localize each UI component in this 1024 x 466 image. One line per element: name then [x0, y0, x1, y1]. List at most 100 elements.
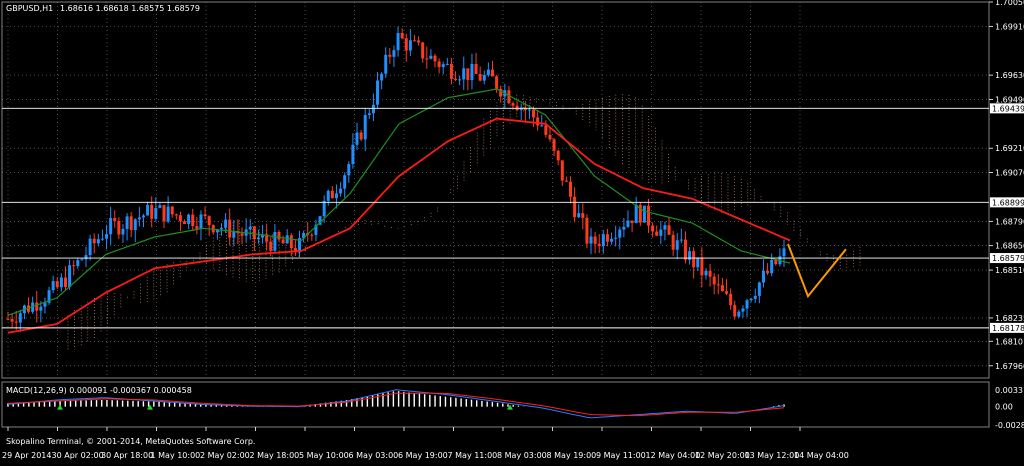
candle-body: [527, 109, 531, 111]
candle-body: [183, 221, 187, 225]
candle-body: [577, 213, 581, 218]
chart-window[interactable]: 1.69439 1.68899 1.68579 1.68178 1.70050 1.69…: [0, 0, 1024, 462]
candle-body: [10, 319, 14, 322]
price-tick-label: 1.68650: [995, 242, 1024, 251]
candle-body: [556, 150, 560, 161]
candle-body: [125, 216, 129, 229]
candle-body: [601, 234, 605, 246]
candle-body: [113, 218, 117, 222]
price-tick-label: 1.70050: [995, 0, 1024, 7]
candle-body: [166, 206, 170, 222]
candle-body: [412, 40, 416, 42]
candle-body: [252, 226, 256, 240]
price-axis: 1.70050 1.69910 1.69630 1.69490 1.69210 1.690…: [989, 0, 1024, 371]
candle-body: [536, 117, 540, 126]
candle-body: [495, 76, 499, 89]
macd-title: MACD(12,26,9) 0.000091 -0.000367 0.00045…: [6, 386, 192, 395]
candle-body: [224, 219, 228, 228]
candle-body: [692, 251, 696, 268]
time-tick-label: 30 Apr 02:00: [52, 451, 104, 460]
candle-body: [203, 214, 207, 217]
candle-body: [770, 259, 774, 274]
candle-body: [220, 227, 224, 230]
candle-body: [421, 42, 425, 59]
candle-body: [14, 321, 18, 323]
candle-body: [63, 277, 67, 288]
main-panel-frame: [1, 1, 990, 379]
candle-body: [429, 55, 433, 59]
candle-body: [137, 217, 141, 220]
candle-body: [733, 305, 737, 317]
candle-body: [433, 55, 437, 62]
candle-body: [560, 160, 564, 181]
candle-body: [515, 105, 519, 111]
level-price-label: 1.69439: [992, 104, 1024, 113]
candle-body: [782, 248, 786, 257]
candle-body: [741, 308, 745, 312]
candle-body: [663, 225, 667, 230]
candle-body: [43, 302, 47, 307]
buy-arrow-icon: [57, 404, 63, 410]
candle-body: [441, 64, 445, 68]
candle-body: [154, 207, 158, 219]
candle-body: [655, 231, 659, 236]
macd-scale-label: 0.003315: [995, 386, 1024, 395]
candle-body: [367, 113, 371, 116]
price-tick-label: 1.69070: [995, 169, 1024, 178]
candle-body: [486, 69, 490, 76]
time-tick-label: 8 May 19:00: [547, 451, 597, 460]
candle-body: [757, 282, 761, 296]
candle-body: [187, 214, 191, 225]
candle-body: [39, 306, 43, 311]
candle-body: [343, 175, 347, 189]
candle-body: [330, 190, 334, 199]
candle-body: [334, 193, 338, 199]
candle-body: [708, 270, 712, 277]
candle-body: [400, 32, 404, 39]
candle-body: [564, 180, 568, 182]
candle-body: [191, 214, 195, 227]
ichimoku-cloud: [67, 94, 861, 351]
candle-body: [523, 107, 527, 111]
candle-body: [273, 232, 277, 251]
forecast-zigzag[interactable]: [787, 243, 847, 299]
candle-body: [437, 61, 441, 68]
candle-body: [133, 219, 137, 231]
candle-body: [88, 238, 92, 256]
candle-body: [548, 134, 552, 140]
candle-body: [532, 109, 536, 118]
candle-body: [622, 226, 626, 230]
candle-body: [376, 80, 380, 105]
candle-body: [371, 104, 375, 114]
price-tick-label: 1.69630: [995, 71, 1024, 80]
candle-body: [351, 144, 355, 165]
price-tick-label: 1.68510: [995, 266, 1024, 275]
candle-body: [774, 259, 778, 265]
level-price-label: 1.68899: [992, 198, 1024, 207]
candle-body: [581, 213, 585, 218]
candle-body: [610, 238, 614, 242]
candle-body: [696, 257, 700, 268]
candle-body: [404, 38, 408, 51]
candle-body: [96, 239, 100, 244]
candle-body: [659, 229, 663, 236]
candle-body: [380, 73, 384, 81]
candle-body: [585, 217, 589, 244]
time-tick-label: 29 Apr 2014: [2, 451, 51, 460]
price-chart[interactable]: 1.69439 1.68899 1.68579 1.68178 1.70050 1.69…: [0, 0, 1024, 462]
candle-body: [339, 188, 343, 194]
candle-body: [68, 265, 72, 288]
candle-body: [256, 237, 260, 240]
candle-body: [675, 240, 679, 250]
forecast-line[interactable]: [787, 243, 847, 299]
candle-body: [322, 200, 326, 217]
candle-body: [626, 220, 630, 227]
candle-body: [310, 234, 314, 236]
candle-body: [540, 125, 544, 127]
candle-body: [593, 236, 597, 244]
candle-body: [355, 132, 359, 145]
candle-body: [667, 225, 671, 235]
time-tick-label: 13 May 12:00: [745, 451, 800, 460]
macd-scale-label: 0.00: [995, 403, 1013, 412]
candle-body: [80, 259, 84, 261]
